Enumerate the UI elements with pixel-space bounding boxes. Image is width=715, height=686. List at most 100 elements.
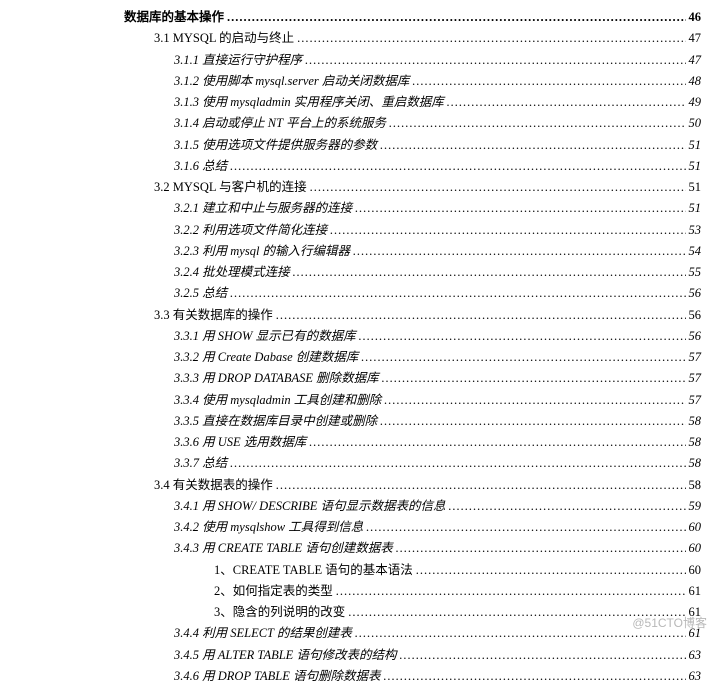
- toc-entry[interactable]: 3.3 有关数据库的操作............................…: [154, 306, 701, 325]
- toc-entry-label: 3.4.1 用 SHOW/ DESCRIBE 语句显示数据表的信息: [174, 497, 446, 516]
- toc-leader-dots: ........................................…: [383, 667, 685, 686]
- toc-entry[interactable]: 3.4.4 利用 SELECT 的结果创建表..................…: [174, 624, 701, 643]
- toc-entry-page: 57: [689, 348, 702, 367]
- toc-entry[interactable]: 2、如何指定表的类型..............................…: [214, 582, 701, 601]
- toc-entry-label: 3.2 MYSQL 与客户机的连接: [154, 178, 307, 197]
- toc-entry-page: 51: [689, 157, 702, 176]
- toc-entry-label: 3.1.6 总结: [174, 157, 227, 176]
- toc-entry[interactable]: 3.3.4 使用 mysqladmin 工具创建和删除.............…: [174, 391, 701, 410]
- toc-entry-label: 3.4.2 使用 mysqlshow 工具得到信息: [174, 518, 363, 537]
- toc-entry-label: 3.3.5 直接在数据库目录中创建或删除: [174, 412, 377, 431]
- toc-entry[interactable]: 3.4.5 用 ALTER TABLE 语句修改表的结构............…: [174, 646, 701, 665]
- toc-entry-label: 3.4.3 用 CREATE TABLE 语句创建数据表: [174, 539, 393, 558]
- toc-entry-label: 3.3.4 使用 mysqladmin 工具创建和删除: [174, 391, 381, 410]
- toc-entry[interactable]: 3.4.1 用 SHOW/ DESCRIBE 语句显示数据表的信息.......…: [174, 497, 701, 516]
- toc-entry[interactable]: 3.3.5 直接在数据库目录中创建或删除....................…: [174, 412, 701, 431]
- toc-entry-page: 63: [689, 646, 702, 665]
- toc-entry[interactable]: 3.1.6 总结................................…: [174, 157, 701, 176]
- toc-entry[interactable]: 3.2.1 建立和中止与服务器的连接......................…: [174, 199, 701, 218]
- toc-leader-dots: ........................................…: [366, 518, 685, 537]
- toc-leader-dots: ........................................…: [399, 646, 685, 665]
- toc-entry-page: 58: [689, 454, 702, 473]
- toc-entry[interactable]: 1、CREATE TABLE 语句的基本语法..................…: [214, 561, 701, 580]
- toc-leader-dots: ........................................…: [230, 454, 685, 473]
- toc-entry[interactable]: 3.2.4 批处理模式连接...........................…: [174, 263, 701, 282]
- toc-leader-dots: ........................................…: [382, 369, 686, 388]
- toc-entry-page: 56: [689, 306, 702, 325]
- toc-entry-page: 51: [689, 178, 702, 197]
- toc-entry[interactable]: 3.2.3 利用 mysql 的输入行编辑器..................…: [174, 242, 701, 261]
- toc-entry-page: 57: [689, 391, 702, 410]
- toc-entry-page: 47: [689, 51, 702, 70]
- toc-entry[interactable]: 3.4.3 用 CREATE TABLE 语句创建数据表............…: [174, 539, 701, 558]
- toc-entry[interactable]: 3.2.2 利用选项文件简化连接........................…: [174, 221, 701, 240]
- toc-entry-label: 3.4.5 用 ALTER TABLE 语句修改表的结构: [174, 646, 396, 665]
- toc-entry-label: 3.3 有关数据库的操作: [154, 306, 273, 325]
- toc-leader-dots: ........................................…: [416, 561, 686, 580]
- toc-entry-page: 51: [689, 136, 702, 155]
- toc-entry[interactable]: 3.3.6 用 USE 选用数据库.......................…: [174, 433, 701, 452]
- toc-entry[interactable]: 3.4 有关数据表的操作............................…: [154, 476, 701, 495]
- toc-entry[interactable]: 3.1 MYSQL 的启动与终止........................…: [154, 29, 701, 48]
- toc-entry[interactable]: 3.3.2 用 Create Dabase 创建数据库.............…: [174, 348, 701, 367]
- toc-entry[interactable]: 3.3.3 用 DROP DATABASE 删除数据库.............…: [174, 369, 701, 388]
- toc-leader-dots: ........................................…: [361, 348, 685, 367]
- toc-entry[interactable]: 3.1.5 使用选项文件提供服务器的参数....................…: [174, 136, 701, 155]
- toc-leader-dots: ........................................…: [276, 306, 686, 325]
- toc-leader-dots: ........................................…: [297, 29, 685, 48]
- toc-entry[interactable]: 3.2.5 总结................................…: [174, 284, 701, 303]
- toc-entry[interactable]: 3.4.2 使用 mysqlshow 工具得到信息...............…: [174, 518, 701, 537]
- toc-leader-dots: ........................................…: [230, 157, 685, 176]
- toc-entry-page: 60: [689, 518, 702, 537]
- toc-entry[interactable]: 3.4.6 用 DROP TABLE 语句删除数据表..............…: [174, 667, 701, 686]
- toc-leader-dots: ........................................…: [359, 327, 686, 346]
- toc-entry-page: 56: [689, 284, 702, 303]
- toc-entry-page: 58: [689, 433, 702, 452]
- toc-entry-page: 58: [689, 476, 702, 495]
- toc-leader-dots: ........................................…: [227, 8, 685, 27]
- toc-entry-page: 49: [689, 93, 702, 112]
- toc-entry-label: 3.4.6 用 DROP TABLE 语句删除数据表: [174, 667, 380, 686]
- toc-entry[interactable]: 3、隐含的列说明的改变.............................…: [214, 603, 701, 622]
- toc-leader-dots: ........................................…: [412, 72, 685, 91]
- toc-entry[interactable]: 3.1.3 使用 mysqladmin 实用程序关闭、重启数据库........…: [174, 93, 701, 112]
- toc-entry-page: 57: [689, 369, 702, 388]
- toc-entry[interactable]: 3.3.1 用 SHOW 显示已有的数据库...................…: [174, 327, 701, 346]
- toc-entry-label: 3.3.2 用 Create Dabase 创建数据库: [174, 348, 358, 367]
- toc-entry[interactable]: 3.1.4 启动或停止 NT 平台上的系统服务.................…: [174, 114, 701, 133]
- toc-entry-label: 3.3.1 用 SHOW 显示已有的数据库: [174, 327, 356, 346]
- toc-leader-dots: ........................................…: [309, 433, 685, 452]
- toc-entry-page: 63: [689, 667, 702, 686]
- toc-entry-page: 58: [689, 412, 702, 431]
- toc-entry-page: 59: [689, 497, 702, 516]
- toc-entry[interactable]: 3.1.2 使用脚本 mysql.server 启动关闭数据库.........…: [174, 72, 701, 91]
- toc-entry-page: 53: [689, 221, 702, 240]
- toc-leader-dots: ........................................…: [276, 476, 686, 495]
- toc-entry-label: 3.1.2 使用脚本 mysql.server 启动关闭数据库: [174, 72, 409, 91]
- toc-leader-dots: ........................................…: [396, 539, 686, 558]
- toc-leader-dots: ........................................…: [305, 51, 685, 70]
- toc-entry-label: 3.2.1 建立和中止与服务器的连接: [174, 199, 352, 218]
- toc-entry[interactable]: 3.2 MYSQL 与客户机的连接.......................…: [154, 178, 701, 197]
- toc-entry-page: 55: [689, 263, 702, 282]
- toc-entry-page: 61: [689, 582, 702, 601]
- toc-entry-label: 3.2.5 总结: [174, 284, 227, 303]
- toc-entry-label: 3、隐含的列说明的改变: [214, 603, 345, 622]
- toc-container: 数据库的基本操作................................…: [14, 8, 701, 686]
- watermark: @51CTO博客: [632, 614, 707, 631]
- toc-entry-label: 3.2.3 利用 mysql 的输入行编辑器: [174, 242, 350, 261]
- toc-entry-page: 47: [689, 29, 702, 48]
- toc-entry[interactable]: 3.1.1 直接运行守护程序..........................…: [174, 51, 701, 70]
- toc-entry[interactable]: 3.3.7 总结................................…: [174, 454, 701, 473]
- toc-entry-page: 60: [689, 561, 702, 580]
- toc-leader-dots: ........................................…: [336, 582, 686, 601]
- toc-entry[interactable]: 数据库的基本操作................................…: [124, 8, 701, 27]
- toc-leader-dots: ........................................…: [380, 412, 685, 431]
- toc-leader-dots: ........................................…: [230, 284, 685, 303]
- toc-leader-dots: ........................................…: [380, 136, 685, 155]
- toc-leader-dots: ........................................…: [293, 263, 686, 282]
- toc-entry-label: 3.2.2 利用选项文件简化连接: [174, 221, 327, 240]
- toc-entry-page: 60: [689, 539, 702, 558]
- toc-entry-page: 51: [689, 199, 702, 218]
- toc-entry-page: 54: [689, 242, 702, 261]
